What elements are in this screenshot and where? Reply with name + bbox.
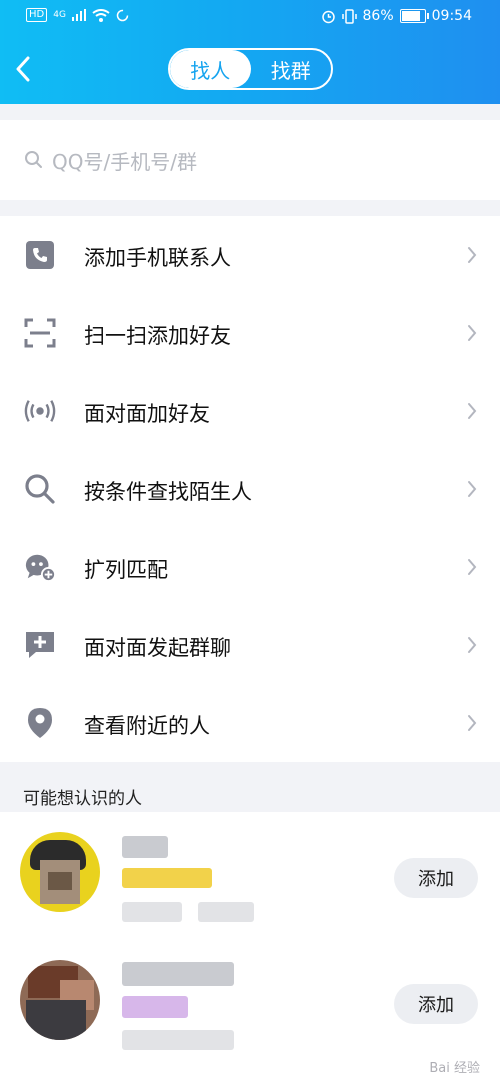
- blurred-info: [122, 902, 182, 922]
- menu-item-start-group-chat[interactable]: 面对面发起群聊: [0, 606, 500, 684]
- tab-switcher: 找人 找群: [168, 48, 333, 90]
- tab-find-groups[interactable]: 找群: [251, 50, 332, 88]
- battery-icon: [399, 9, 429, 23]
- menu-item-label: 查看附近的人: [84, 714, 210, 738]
- signal-icon: [71, 9, 86, 21]
- loading-icon: [116, 9, 129, 21]
- network-type: 4G: [53, 10, 66, 20]
- hd-badge: HD: [26, 8, 48, 22]
- chevron-right-icon: [468, 403, 477, 419]
- menu-item-label: 扩列匹配: [84, 558, 168, 582]
- chevron-right-icon: [468, 637, 477, 653]
- phone-icon: [24, 239, 56, 271]
- chevron-right-icon: [468, 325, 477, 341]
- chevron-left-icon: [16, 56, 30, 82]
- chat-match-icon: [24, 551, 56, 583]
- add-button[interactable]: 添加: [394, 984, 478, 1024]
- tab-find-people[interactable]: 找人: [170, 50, 251, 88]
- section-title: 可能想认识的人: [23, 789, 142, 809]
- chevron-right-icon: [468, 715, 477, 731]
- list-item[interactable]: 添加: [0, 826, 500, 956]
- menu-item-label: 扫一扫添加好友: [84, 324, 231, 348]
- blurred-tag: [122, 868, 212, 888]
- location-icon: [24, 707, 56, 739]
- blurred-name: [122, 836, 168, 858]
- menu-item-label: 按条件查找陌生人: [84, 480, 252, 504]
- blurred-name: [122, 962, 234, 986]
- list-item[interactable]: 添加: [0, 954, 500, 1084]
- menu-item-face-to-face-add[interactable]: 面对面加好友: [0, 372, 500, 450]
- search-placeholder: QQ号/手机号/群: [52, 150, 197, 174]
- search-icon: [25, 151, 42, 168]
- blurred-tag: [122, 996, 188, 1018]
- chevron-right-icon: [468, 559, 477, 575]
- header: HD 4G 86% 09:54 找人 找群: [0, 0, 500, 104]
- watermark: Bai 经验: [429, 1061, 480, 1076]
- avatar[interactable]: [20, 832, 100, 912]
- menu-item-label: 面对面发起群聊: [84, 636, 231, 660]
- menu-item-label: 面对面加好友: [84, 402, 210, 426]
- vibrate-icon: [341, 8, 357, 24]
- menu-item-add-phone-contacts[interactable]: 添加手机联系人: [0, 216, 500, 294]
- chevron-right-icon: [468, 247, 477, 263]
- blurred-info: [122, 1030, 234, 1050]
- section-header: 可能想认识的人: [0, 762, 500, 812]
- group-chat-icon: [24, 629, 56, 661]
- status-bar: HD 4G 86% 09:54: [0, 0, 500, 34]
- radar-icon: [24, 395, 56, 427]
- back-button[interactable]: [8, 52, 38, 86]
- menu-item-nearby-people[interactable]: 查看附近的人: [0, 684, 500, 762]
- wifi-icon: [92, 8, 110, 22]
- suggested-people-list: 添加 添加 Bai 经验: [0, 812, 500, 1084]
- search-icon: [24, 473, 56, 505]
- menu-item-scan-add-friend[interactable]: 扫一扫添加好友: [0, 294, 500, 372]
- battery-percent: 86%: [362, 8, 394, 24]
- chevron-right-icon: [468, 481, 477, 497]
- avatar[interactable]: [20, 960, 100, 1040]
- scan-icon: [24, 317, 56, 349]
- add-friend-menu: 添加手机联系人 扫一扫添加好友 面对面加好友 按条件查找陌生人 扩列匹配 面对面…: [0, 216, 500, 762]
- menu-item-label: 添加手机联系人: [84, 246, 231, 270]
- menu-item-expand-match[interactable]: 扩列匹配: [0, 528, 500, 606]
- clock: 09:54: [431, 8, 472, 24]
- blurred-info: [198, 902, 254, 922]
- search-bar[interactable]: QQ号/手机号/群: [0, 120, 500, 200]
- alarm-icon: [321, 10, 335, 23]
- menu-item-search-strangers[interactable]: 按条件查找陌生人: [0, 450, 500, 528]
- add-button[interactable]: 添加: [394, 858, 478, 898]
